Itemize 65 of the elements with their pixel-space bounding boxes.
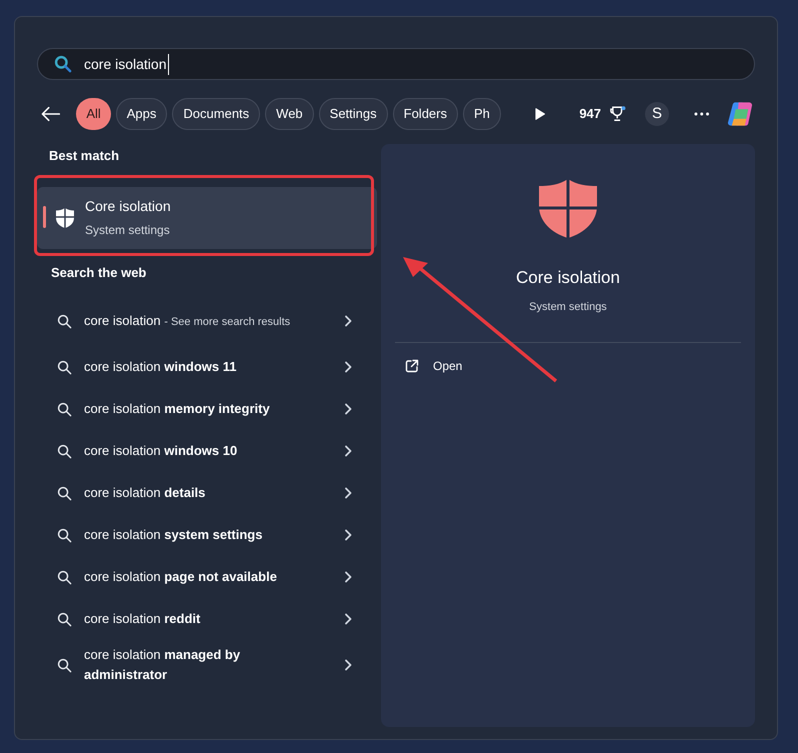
suggestion-text: core isolation memory integrity	[84, 400, 271, 418]
suggestion-text: core isolation details	[84, 484, 206, 502]
detail-title: Core isolation	[516, 267, 620, 289]
chevron-right-icon	[343, 529, 353, 541]
web-suggestion-item[interactable]: core isolation windows 11	[37, 346, 377, 388]
suggestion-text: core isolation - See more search results	[84, 312, 292, 330]
search-icon	[57, 360, 72, 374]
search-icon	[57, 486, 72, 500]
search-icon	[57, 658, 72, 672]
section-heading: Best match	[49, 147, 120, 165]
chevron-right-icon	[343, 445, 353, 457]
points-count: 947	[579, 105, 602, 124]
search-icon	[57, 444, 72, 458]
chevron-right-icon	[343, 403, 353, 415]
suggestion-text: core isolation page not available	[84, 568, 278, 586]
suggestion-text: core isolation windows 10	[84, 442, 238, 460]
filter-tab[interactable]: Folders	[392, 98, 458, 130]
open-action[interactable]: Open	[405, 357, 462, 375]
chevron-right-icon	[343, 315, 353, 327]
web-suggestion-item[interactable]: core isolation page not available	[37, 556, 377, 598]
web-suggestion-item[interactable]: core isolation memory integrity	[37, 388, 377, 430]
search-field[interactable]: core isolation	[37, 48, 755, 80]
chevron-right-icon	[343, 659, 353, 671]
search-icon	[54, 55, 72, 73]
chevron-right-icon	[343, 361, 353, 373]
filter-tab[interactable]: Apps	[116, 98, 168, 130]
filter-tab[interactable]: Settings	[318, 98, 388, 130]
suggestion-text: core isolation reddit	[84, 610, 202, 628]
shield-icon	[55, 206, 75, 228]
filter-tab[interactable]: All	[76, 98, 111, 130]
external-link-icon	[405, 359, 419, 373]
search-text: core isolation	[84, 54, 168, 74]
web-suggestion-item[interactable]: core isolation windows 10	[37, 430, 377, 472]
trophy-icon[interactable]	[609, 105, 626, 123]
best-match-item[interactable]: Core isolation System settings	[37, 186, 377, 248]
search-icon	[57, 570, 72, 584]
suggestion-text: core isolation windows 11	[84, 358, 238, 376]
chevron-right-icon	[343, 487, 353, 499]
web-suggestion-item[interactable]: core isolation system settings	[37, 514, 377, 556]
filter-tab[interactable]: Web	[265, 98, 314, 130]
search-icon	[57, 402, 72, 416]
result-subtitle: System settings	[85, 222, 171, 239]
shield-icon	[537, 177, 599, 239]
play-icon[interactable]	[534, 107, 546, 121]
suggestion-text: core isolation managed by administrator	[84, 646, 242, 684]
web-suggestion-item[interactable]: core isolation managed by administrator	[37, 640, 377, 690]
assistant-logo-icon[interactable]	[726, 100, 755, 128]
detail-subtitle: System settings	[529, 300, 607, 314]
chevron-right-icon	[343, 571, 353, 583]
filter-tab[interactable]: Ph	[463, 98, 501, 130]
result-title: Core isolation	[85, 197, 171, 216]
section-heading: Search the web	[51, 264, 148, 282]
web-suggestion-item[interactable]: core isolation details	[37, 472, 377, 514]
filter-tab[interactable]: Documents	[172, 98, 260, 130]
search-icon	[57, 528, 72, 542]
back-arrow-icon[interactable]	[41, 106, 60, 122]
web-suggestion-item[interactable]: core isolation - See more search results	[37, 296, 377, 346]
user-avatar[interactable]: S	[645, 102, 669, 126]
web-suggestion-item[interactable]: core isolation reddit	[37, 598, 377, 640]
selection-indicator	[43, 206, 46, 228]
suggestion-text: core isolation system settings	[84, 526, 264, 544]
search-icon	[57, 314, 72, 328]
chevron-right-icon	[343, 613, 353, 625]
more-icon[interactable]	[694, 112, 710, 116]
search-icon	[57, 612, 72, 626]
